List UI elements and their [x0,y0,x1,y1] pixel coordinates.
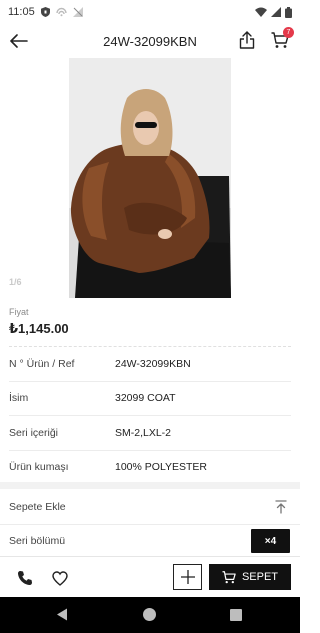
series-row: Seri bölümü ×4 [0,526,300,556]
add-to-cart-label: Sepete Ekle [9,500,66,513]
spec-key: Ürün kumaşı [9,461,69,474]
spec-value: 32099 COAT [115,392,176,405]
section-divider [0,482,300,489]
plus-icon [180,570,195,584]
nav-recent-icon[interactable] [230,609,242,621]
arrow-left-icon [10,34,28,48]
spec-value: 100% POLYESTER [115,461,208,474]
spec-table: N ° Ürün / Ref 24W-32099KBN İsim 32099 C… [9,346,291,484]
spec-row-series: Seri içeriği SM-2,LXL-2 [9,415,291,450]
signal-off-icon [72,7,83,17]
spec-key: İsim [9,392,29,405]
call-button[interactable] [15,568,35,588]
spec-value: SM-2,LXL-2 [115,426,172,439]
favorite-button[interactable] [50,568,70,588]
nav-back-icon[interactable] [56,608,68,621]
cart-count-badge: 7 [283,27,294,38]
series-label: Seri bölümü [9,535,66,547]
status-bar: 11:05 [0,0,300,24]
spec-key: N ° Ürün / Ref [9,357,75,370]
image-page-indicator: 1/6 [9,277,22,287]
phone-icon [18,571,32,585]
hotspot-icon [56,7,67,17]
shield-icon [40,7,50,17]
nav-home-icon[interactable] [143,608,156,621]
add-to-cart-header[interactable]: Sepete Ekle [0,489,300,525]
spec-row-name: İsim 32099 COAT [9,380,291,416]
spec-row-fabric: Ürün kumaşı 100% POLYESTER [9,449,291,485]
share-button[interactable] [236,29,258,51]
system-nav-bar [0,597,300,633]
status-time: 11:05 [8,6,35,18]
wifi-icon [255,7,267,17]
sepet-button[interactable]: SEPET [209,564,291,590]
series-quantity-button[interactable]: ×4 [251,529,290,553]
sepet-label: SEPET [241,571,279,583]
price-value: ₺1,145.00 [9,321,69,336]
back-button[interactable] [8,30,30,52]
spec-value: 24W-32099KBN [115,357,191,370]
price-label: Fiyat [9,307,29,317]
heart-icon [52,570,68,586]
bottom-action-bar: SEPET [0,556,300,597]
product-image[interactable] [69,58,231,298]
collapse-up-icon[interactable] [274,499,288,515]
battery-icon [285,6,292,18]
spec-key: Seri içeriği [9,426,59,439]
spec-row-ref: N ° Ürün / Ref 24W-32099KBN [9,346,291,381]
product-photo [69,58,231,298]
add-button[interactable] [173,564,202,590]
cart-icon [222,570,236,583]
share-icon [239,31,255,49]
app-bar: 24W-32099KBN [0,24,300,58]
cellular-icon [271,7,281,17]
